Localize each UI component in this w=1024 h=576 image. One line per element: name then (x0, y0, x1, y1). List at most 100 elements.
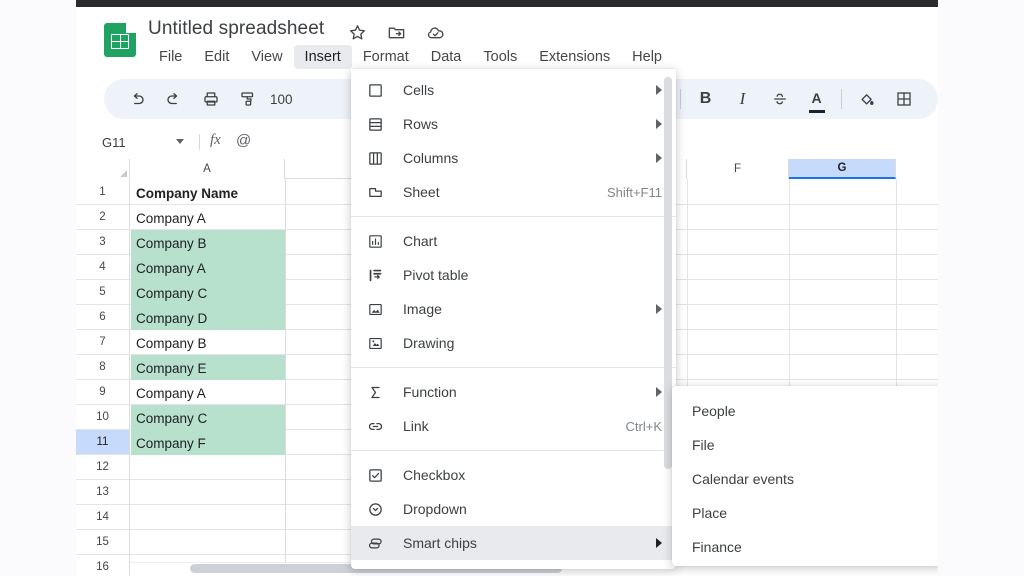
paint-format-icon[interactable] (233, 85, 262, 114)
menu-format[interactable]: Format (352, 45, 420, 69)
cell-a7[interactable]: Company B (131, 331, 285, 355)
cell-a5[interactable]: Company C (131, 281, 285, 305)
redo-icon[interactable] (159, 85, 188, 114)
row-header-1[interactable]: 1 (76, 180, 130, 205)
row-header-14[interactable]: 14 (76, 505, 130, 530)
menu-view[interactable]: View (240, 45, 293, 69)
google-sheets-app: Untitled spreadsheet (76, 7, 938, 576)
strikethrough-button[interactable] (765, 85, 794, 114)
star-icon[interactable] (348, 23, 367, 42)
menu-item-label: Checkbox (403, 467, 662, 483)
cell-a11[interactable]: Company F (131, 431, 285, 455)
menu-item-link[interactable]: LinkCtrl+K (351, 409, 676, 443)
column-header-f[interactable]: F (687, 159, 789, 179)
menu-insert[interactable]: Insert (294, 45, 352, 69)
row-header-4[interactable]: 4 (76, 255, 130, 280)
menu-item-shortcut: Shift+F11 (607, 185, 662, 200)
borders-button[interactable] (889, 85, 918, 114)
menu-item-smart-chips[interactable]: Smart chips (351, 526, 676, 560)
move-to-folder-icon[interactable] (387, 23, 406, 42)
fx-icon[interactable]: fx (210, 132, 221, 149)
bold-button[interactable]: B (691, 85, 720, 114)
cell-a10[interactable]: Company C (131, 406, 285, 430)
cell-a2[interactable]: Company A (131, 206, 285, 230)
fill-color-button[interactable] (852, 85, 881, 114)
text-color-button[interactable]: A (802, 85, 831, 114)
cell-a1[interactable]: Company Name (131, 181, 285, 205)
menu-data[interactable]: Data (420, 45, 473, 69)
row-header-9[interactable]: 9 (76, 380, 130, 405)
submenu-item-finance[interactable]: Finance (672, 530, 938, 564)
zoom-level[interactable]: 100 (266, 92, 297, 107)
insert-menu: Cells RowsColumnsSheetShift+F11 ChartPivot… (351, 69, 676, 569)
row-header-16[interactable]: 16 (76, 555, 130, 576)
menu-scrollbar-thumb[interactable] (664, 77, 672, 469)
row-header-11[interactable]: 11 (76, 430, 130, 455)
submenu-item-calendar-events[interactable]: Calendar events (672, 462, 938, 496)
row-header-3[interactable]: 3 (76, 230, 130, 255)
cell-a4[interactable]: Company A (131, 256, 285, 280)
italic-icon: I (740, 89, 746, 109)
cell-a3[interactable]: Company B (131, 231, 285, 255)
menu-item-checkbox[interactable]: Checkbox (351, 458, 676, 492)
bold-icon: B (700, 90, 712, 108)
menu-file[interactable]: File (148, 45, 193, 69)
at-sign-icon[interactable]: @ (236, 132, 251, 149)
chart-icon (365, 231, 385, 251)
chevron-down-icon[interactable] (176, 139, 184, 144)
row-header-2[interactable]: 2 (76, 205, 130, 230)
menu-item-rows[interactable]: Rows (351, 107, 676, 141)
sheets-logo-icon (104, 23, 136, 57)
row-header-10[interactable]: 10 (76, 405, 130, 430)
menu-item-columns[interactable]: Columns (351, 141, 676, 175)
page-title[interactable]: Untitled spreadsheet (148, 18, 324, 40)
menu-help[interactable]: Help (621, 45, 673, 69)
row-header-6[interactable]: 6 (76, 305, 130, 330)
row-header-5[interactable]: 5 (76, 280, 130, 305)
menu-item-sheet[interactable]: SheetShift+F11 (351, 175, 676, 209)
image-icon (365, 299, 385, 319)
italic-button[interactable]: I (728, 85, 757, 114)
chevron-right-icon (656, 85, 662, 95)
menu-extensions[interactable]: Extensions (528, 45, 621, 69)
gridline-col-a-right (285, 179, 286, 576)
menu-item-cells[interactable]: Cells (351, 73, 676, 107)
submenu-item-place[interactable]: Place (672, 496, 938, 530)
menu-bar: File Edit View Insert Format Data Tools … (148, 45, 673, 69)
select-all-corner[interactable] (76, 159, 130, 179)
menu-item-drawing[interactable]: Drawing (351, 326, 676, 360)
menu-item-label: Cells (403, 82, 644, 98)
submenu-item-file[interactable]: File (672, 428, 938, 462)
menu-item-image[interactable]: Image (351, 292, 676, 326)
column-header-a[interactable]: A (130, 159, 285, 179)
row-header-7[interactable]: 7 (76, 330, 130, 355)
row-header-8[interactable]: 8 (76, 355, 130, 380)
menu-item-label: Drawing (403, 335, 662, 351)
cell-a8[interactable]: Company E (131, 356, 285, 380)
menu-tools[interactable]: Tools (472, 45, 528, 69)
submenu-item-people[interactable]: People (672, 394, 938, 428)
menu-item-dropdown[interactable]: Dropdown (351, 492, 676, 526)
cell-a9[interactable]: Company A (131, 381, 285, 405)
checkbox-icon (365, 465, 385, 485)
function-sigma-icon (365, 382, 385, 402)
column-header-g[interactable]: G (789, 159, 896, 179)
cell-a6[interactable]: Company D (131, 306, 285, 330)
menu-item-pivot-table[interactable]: Pivot table (351, 258, 676, 292)
row-header-15[interactable]: 15 (76, 530, 130, 555)
print-icon[interactable] (196, 85, 225, 114)
screenshot-root: Untitled spreadsheet (0, 0, 1024, 576)
undo-icon[interactable] (122, 85, 151, 114)
row-header-13[interactable]: 13 (76, 480, 130, 505)
menu-edit[interactable]: Edit (193, 45, 240, 69)
cloud-saved-icon[interactable] (426, 23, 445, 42)
menu-item-chart[interactable]: Chart (351, 224, 676, 258)
row-header-12[interactable]: 12 (76, 455, 130, 480)
menu-item-function[interactable]: Function (351, 375, 676, 409)
toolbar-divider-2 (841, 89, 842, 109)
link-icon (365, 416, 385, 436)
pivot-table-icon (365, 265, 385, 285)
menu-item-label: Dropdown (403, 501, 662, 517)
column-header-h[interactable] (896, 159, 938, 179)
name-box[interactable]: G11 (88, 129, 194, 155)
